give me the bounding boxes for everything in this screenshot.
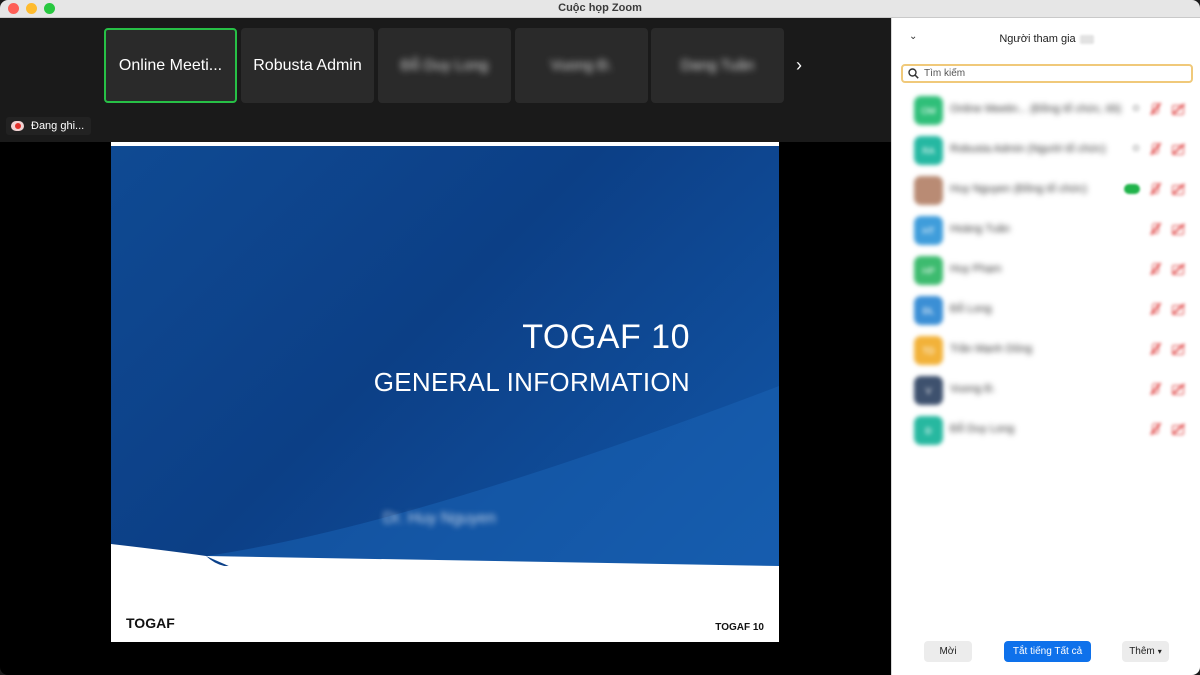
recording-label: Đang ghi... xyxy=(31,120,85,132)
title-bar: Cuộc họp Zoom xyxy=(0,0,1200,18)
video-tile[interactable]: Robusta Admin xyxy=(241,28,374,103)
panel-title-text: Người tham gia xyxy=(999,33,1076,45)
avatar: Đ xyxy=(914,416,943,445)
video-off-icon[interactable] xyxy=(1171,222,1185,236)
slide-author: Dr. Huy Nguyen xyxy=(383,510,496,527)
video-off-icon[interactable] xyxy=(1171,262,1185,276)
mic-muted-icon[interactable] xyxy=(1148,182,1162,196)
video-off-icon[interactable] xyxy=(1171,102,1185,116)
search-icon xyxy=(908,68,919,79)
participant-name: Huy Nguyen (Đồng tổ chức) xyxy=(950,183,1087,195)
avatar: RA xyxy=(914,136,943,165)
video-tile-label: Online Meeti... xyxy=(118,56,223,74)
mute-all-button[interactable]: Tắt tiếng Tất cả xyxy=(1004,641,1091,662)
avatar xyxy=(914,176,943,205)
mic-muted-icon[interactable] xyxy=(1148,382,1162,396)
avatar: HP xyxy=(914,256,943,285)
search-input[interactable] xyxy=(924,68,1174,79)
panel-title: Người tham gia xyxy=(892,33,1200,45)
more-button[interactable]: Thêm ▾ xyxy=(1122,641,1169,662)
status-dot-icon xyxy=(1132,104,1140,112)
participant-name: Online Meetin... (Đồng tổ chức, tôi) xyxy=(950,103,1122,115)
meeting-stage: Online Meeti... Robusta Admin Đỗ Duy Lon… xyxy=(0,18,891,675)
mic-muted-icon[interactable] xyxy=(1148,422,1162,436)
avatar: ĐL xyxy=(914,296,943,325)
participant-row[interactable]: TD Trần Mạnh Dũng xyxy=(892,330,1200,370)
video-tile-label: Dang Tuân xyxy=(680,57,755,74)
video-strip: Online Meeti... Robusta Admin Đỗ Duy Lon… xyxy=(0,18,891,142)
participant-row[interactable]: ĐL Đỗ Long xyxy=(892,290,1200,330)
participant-row[interactable]: RA Robusta Admin (Người tổ chức) xyxy=(892,130,1200,170)
participants-panel: ⌄ Người tham gia OM Online Meetin... (Đồ… xyxy=(891,18,1200,675)
avatar: HT xyxy=(914,216,943,245)
slide-banner: TOGAF 10 GENERAL INFORMATION Dr. Huy Ngu… xyxy=(111,146,779,566)
avatar: V xyxy=(914,376,943,405)
mic-muted-icon[interactable] xyxy=(1148,222,1162,236)
video-off-icon[interactable] xyxy=(1171,182,1185,196)
video-on-icon xyxy=(1124,184,1140,194)
chevron-down-icon: ▾ xyxy=(1157,647,1162,656)
participant-count-badge xyxy=(1079,34,1094,44)
video-tile[interactable]: Đỗ Duy Long xyxy=(378,28,511,103)
window-title: Cuộc họp Zoom xyxy=(558,2,642,14)
mic-muted-icon[interactable] xyxy=(1148,262,1162,276)
video-tile[interactable]: Dang Tuân xyxy=(651,28,784,103)
more-button-label: Thêm xyxy=(1129,646,1155,657)
status-dot-icon xyxy=(1132,144,1140,152)
invite-button[interactable]: Mời xyxy=(924,641,972,662)
participants-header: ⌄ Người tham gia xyxy=(892,18,1200,58)
zoom-window: Cuộc họp Zoom Online Meeti... Robusta Ad… xyxy=(0,0,1200,675)
participant-name: Huy Phạm xyxy=(950,263,1002,275)
video-off-icon[interactable] xyxy=(1171,142,1185,156)
participants-footer: Mời Tắt tiếng Tất cả Thêm ▾ xyxy=(892,638,1200,664)
participant-row[interactable]: Đ Đỗ Duy Long xyxy=(892,410,1200,450)
mic-muted-icon[interactable] xyxy=(1148,302,1162,316)
mic-muted-icon[interactable] xyxy=(1148,342,1162,356)
shared-slide: TOGAF 10 GENERAL INFORMATION Dr. Huy Ngu… xyxy=(111,142,779,642)
participant-name: Đỗ Long xyxy=(950,303,992,315)
video-off-icon[interactable] xyxy=(1171,422,1185,436)
video-tile-label: Robusta Admin xyxy=(253,56,362,74)
slide-footer-caption: TOGAF 10 xyxy=(715,622,764,633)
participant-row[interactable]: V Vuong Đ. xyxy=(892,370,1200,410)
participant-row[interactable]: HP Huy Phạm xyxy=(892,250,1200,290)
slide-subtitle: GENERAL INFORMATION xyxy=(373,367,690,397)
video-tile-label: Vuong Đ. xyxy=(550,57,613,74)
participant-row[interactable]: Huy Nguyen (Đồng tổ chức) xyxy=(892,170,1200,210)
participant-name: Đỗ Duy Long xyxy=(950,423,1015,435)
mic-muted-icon[interactable] xyxy=(1148,102,1162,116)
avatar: TD xyxy=(914,336,943,365)
avatar: OM xyxy=(914,96,943,125)
video-off-icon[interactable] xyxy=(1171,382,1185,396)
slide-title: TOGAF 10 xyxy=(522,318,690,356)
video-off-icon[interactable] xyxy=(1171,302,1185,316)
video-tile-label: Đỗ Duy Long xyxy=(400,57,489,74)
video-tile[interactable]: Online Meeti... xyxy=(104,28,237,103)
participant-row[interactable]: OM Online Meetin... (Đồng tổ chức, tôi) xyxy=(892,90,1200,130)
slide-footer-logo: TOGAF xyxy=(126,615,175,631)
participant-name: Robusta Admin (Người tổ chức) xyxy=(950,143,1106,155)
recording-indicator[interactable]: Đang ghi... xyxy=(6,117,92,135)
chevron-right-icon[interactable]: › xyxy=(796,55,802,76)
video-tile[interactable]: Vuong Đ. xyxy=(515,28,648,103)
participant-row[interactable]: HT Hoàng Tuân xyxy=(892,210,1200,250)
recording-cloud-icon xyxy=(11,121,24,131)
participant-name: Vuong Đ. xyxy=(950,383,996,395)
participant-search[interactable] xyxy=(901,64,1193,83)
mic-muted-icon[interactable] xyxy=(1148,142,1162,156)
video-off-icon[interactable] xyxy=(1171,342,1185,356)
participant-name: Trần Mạnh Dũng xyxy=(950,343,1033,355)
participant-name: Hoàng Tuân xyxy=(950,223,1010,235)
